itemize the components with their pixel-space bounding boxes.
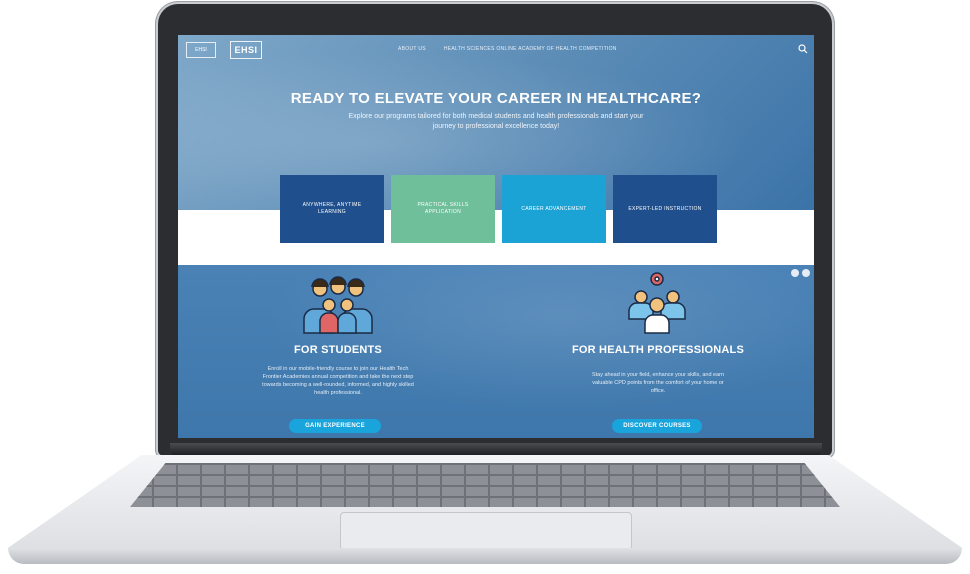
search-icon[interactable] bbox=[798, 44, 808, 54]
tile-label: CAREER ADVANCEMENT bbox=[521, 205, 587, 212]
gain-experience-button[interactable]: GAIN EXPERIENCE bbox=[289, 419, 381, 433]
laptop-screen: EHSI EHSI ABOUT US HEALTH SCIENCES ONLIN… bbox=[178, 35, 814, 438]
feature-band bbox=[178, 210, 814, 265]
slider-controls bbox=[791, 269, 810, 277]
tile-label: ANYWHERE, ANYTIME LEARNING bbox=[302, 202, 362, 215]
nav-link-about[interactable]: ABOUT US bbox=[398, 46, 426, 52]
students-description: Enroll in our mobile-friendly course to … bbox=[262, 366, 414, 396]
hero-title: READY TO ELEVATE YOUR CAREER IN HEALTHCA… bbox=[290, 90, 702, 107]
laptop-keyboard bbox=[130, 463, 840, 507]
laptop-hinge bbox=[170, 443, 822, 455]
discover-courses-button[interactable]: DISCOVER COURSES bbox=[612, 419, 702, 433]
tile-anywhere-learning[interactable]: ANYWHERE, ANYTIME LEARNING bbox=[280, 175, 384, 243]
slider-prev-dot[interactable] bbox=[791, 269, 799, 277]
nav-links: ABOUT US HEALTH SCIENCES ONLINE ACADEMY … bbox=[398, 46, 617, 52]
tile-career-advancement[interactable]: CAREER ADVANCEMENT bbox=[502, 175, 606, 243]
slider-next-dot[interactable] bbox=[802, 269, 810, 277]
top-nav: EHSI EHSI ABOUT US HEALTH SCIENCES ONLIN… bbox=[178, 35, 814, 61]
laptop-front-edge bbox=[8, 548, 962, 564]
health-professionals-icon bbox=[628, 272, 686, 334]
hero-subtitle: Explore our programs tailored for both m… bbox=[348, 113, 644, 130]
tile-expert-instruction[interactable]: EXPERT-LED INSTRUCTION bbox=[613, 175, 717, 243]
professionals-title: FOR HEALTH PROFESSIONALS bbox=[571, 344, 745, 356]
professionals-description: Stay ahead in your field, enhance your s… bbox=[591, 372, 725, 394]
tile-label: EXPERT-LED INSTRUCTION bbox=[628, 205, 702, 212]
partner-logo-text: EHSI bbox=[234, 45, 258, 55]
students-title: FOR STUDENTS bbox=[294, 344, 382, 356]
logo-text: EHSI bbox=[195, 47, 207, 53]
students-group-icon bbox=[303, 276, 373, 334]
laptop-trackpad bbox=[340, 512, 632, 550]
partner-logo[interactable]: EHSI bbox=[230, 41, 262, 59]
nav-link-competition[interactable]: HEALTH SCIENCES ONLINE ACADEMY OF HEALTH… bbox=[444, 46, 617, 52]
tile-practical-skills[interactable]: PRACTICAL SKILLS APPLICATION bbox=[391, 175, 495, 243]
site-logo[interactable]: EHSI bbox=[186, 42, 216, 58]
tile-label: PRACTICAL SKILLS APPLICATION bbox=[417, 202, 469, 215]
